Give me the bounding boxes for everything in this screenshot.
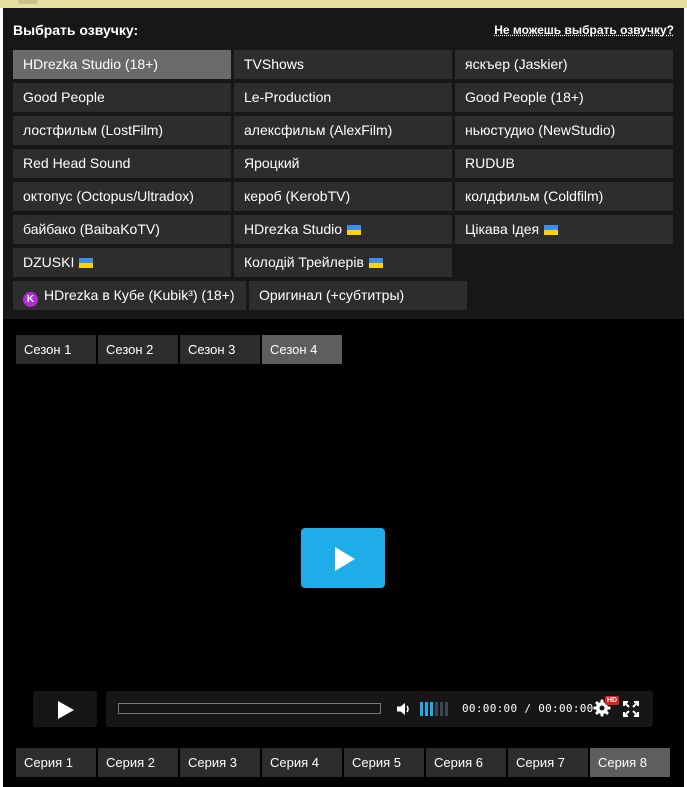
translator-red-head-sound[interactable]: Red Head Sound [13, 149, 231, 178]
translator-octopus[interactable]: октопус (Octopus/Ultradox) [13, 182, 231, 211]
episode-label: Серия 7 [516, 755, 565, 770]
translator-rudub[interactable]: RUDUB [455, 149, 673, 178]
season-tab-label: Сезон 1 [24, 342, 72, 357]
episode-4[interactable]: Серия 4 [262, 748, 342, 777]
translator-label: байбако (BaibaKoTV) [23, 221, 160, 237]
episode-label: Серия 4 [270, 755, 319, 770]
time-current: 00:00:00 [462, 702, 518, 715]
translator-label: Колодій Трейлерів [244, 254, 364, 270]
translator-label: Le-Production [244, 89, 332, 105]
translator-kubik[interactable]: K HDrezka в Кубе (Kubik³) (18+) [13, 281, 246, 310]
season-tab-1[interactable]: Сезон 1 [16, 335, 96, 364]
ukraine-flag-icon [79, 258, 94, 268]
translator-label: DZUSKI [23, 254, 75, 270]
episode-2[interactable]: Серия 2 [98, 748, 178, 777]
translator-kolodiy[interactable]: Колодій Трейлерів [234, 248, 452, 277]
episode-label: Серия 2 [106, 755, 155, 770]
translator-label: Яроцкий [244, 155, 300, 171]
translator-lostfilm[interactable]: лостфильм (LostFilm) [13, 116, 231, 145]
volume-slider[interactable] [420, 702, 448, 716]
episode-5[interactable]: Серия 5 [344, 748, 424, 777]
translator-original-subtitles[interactable]: Оригинал (+субтитры) [249, 281, 467, 310]
translator-yarotsky[interactable]: Яроцкий [234, 149, 452, 178]
translator-tsikava-ideya[interactable]: Цікава Ідея [455, 215, 673, 244]
translator-label: лостфильм (LostFilm) [23, 122, 164, 138]
episode-1[interactable]: Серия 1 [16, 748, 96, 777]
big-play-button[interactable] [301, 528, 385, 588]
translator-label: RUDUB [465, 155, 515, 171]
translator-good-people-18[interactable]: Good People (18+) [455, 83, 673, 112]
translator-label: HDrezka в Кубе (Kubik³) (18+) [44, 287, 235, 303]
kubik-icon: K [23, 292, 38, 307]
season-tab-3[interactable]: Сезон 3 [180, 335, 260, 364]
progress-bar[interactable] [118, 703, 381, 714]
translator-newstudio[interactable]: ньюстудио (NewStudio) [455, 116, 673, 145]
translator-label: яскъер (Jaskier) [465, 56, 568, 72]
episode-7[interactable]: Серия 7 [508, 748, 588, 777]
translators-help-link[interactable]: Не можешь выбрать озвучку? [494, 23, 674, 37]
translator-hdrezka-studio-ua[interactable]: HDrezka Studio [234, 215, 452, 244]
play-icon [58, 701, 74, 719]
season-tab-2[interactable]: Сезон 2 [98, 335, 178, 364]
volume-icon[interactable] [396, 702, 412, 716]
ukraine-flag-icon [368, 258, 383, 268]
translator-label: TVShows [244, 56, 304, 72]
season-tab-label: Сезон 2 [106, 342, 154, 357]
translator-hdrezka-studio-18[interactable]: HDrezka Studio (18+) [13, 50, 231, 79]
translator-baibakotv[interactable]: байбако (BaibaKoTV) [13, 215, 231, 244]
hd-badge: HD [605, 696, 620, 705]
time-display: 00:00:00 / 00:00:00 [462, 702, 594, 715]
translator-label: HDrezka Studio (18+) [23, 56, 159, 72]
season-tab-label: Сезон 4 [270, 342, 318, 357]
episode-8[interactable]: Серия 8 [590, 748, 670, 777]
episode-label: Серия 3 [188, 755, 237, 770]
season-tab-4[interactable]: Сезон 4 [262, 335, 342, 364]
translator-coldfilm[interactable]: колдфильм (Coldfilm) [455, 182, 673, 211]
translator-jaskier[interactable]: яскъер (Jaskier) [455, 50, 673, 79]
translator-dzuski[interactable]: DZUSKI [13, 248, 231, 277]
translator-alexfilm[interactable]: алексфильм (AlexFilm) [234, 116, 452, 145]
translator-good-people[interactable]: Good People [13, 83, 231, 112]
translators-title: Выбрать озвучку: [13, 22, 139, 38]
time-separator: / [524, 702, 532, 715]
translator-le-production[interactable]: Le-Production [234, 83, 452, 112]
play-button[interactable] [33, 691, 97, 727]
translator-label: колдфильм (Coldfilm) [465, 188, 604, 204]
fullscreen-icon[interactable] [623, 701, 639, 717]
episode-label: Серия 1 [24, 755, 73, 770]
translator-label: ньюстудио (NewStudio) [465, 122, 616, 138]
episode-label: Серия 5 [352, 755, 401, 770]
season-tab-label: Сезон 3 [188, 342, 236, 357]
translator-label: октопус (Octopus/Ultradox) [23, 188, 194, 204]
translator-label: Оригинал (+субтитры) [259, 287, 405, 303]
play-icon [335, 547, 355, 571]
translator-label: Good People (18+) [465, 89, 584, 105]
episode-6[interactable]: Серия 6 [426, 748, 506, 777]
ukraine-flag-icon [347, 225, 362, 235]
translator-label: Цікава Ідея [465, 221, 540, 237]
ukraine-flag-icon [544, 225, 559, 235]
translator-label: Good People [23, 89, 105, 105]
episode-label: Серия 8 [598, 755, 647, 770]
episode-label: Серия 6 [434, 755, 483, 770]
translator-tvshows[interactable]: TVShows [234, 50, 452, 79]
top-strip-tab [18, 0, 38, 4]
translator-label: кероб (KerobTV) [244, 188, 351, 204]
translator-label: Red Head Sound [23, 155, 131, 171]
translator-label: алексфильм (AlexFilm) [244, 122, 393, 138]
time-total: 00:00:00 [538, 702, 594, 715]
episode-3[interactable]: Серия 3 [180, 748, 260, 777]
top-strip [0, 0, 687, 8]
translator-kerobtv[interactable]: кероб (KerobTV) [234, 182, 452, 211]
control-bar: 00:00:00 / 00:00:00 HD [106, 691, 653, 727]
translator-label: HDrezka Studio [244, 221, 343, 237]
